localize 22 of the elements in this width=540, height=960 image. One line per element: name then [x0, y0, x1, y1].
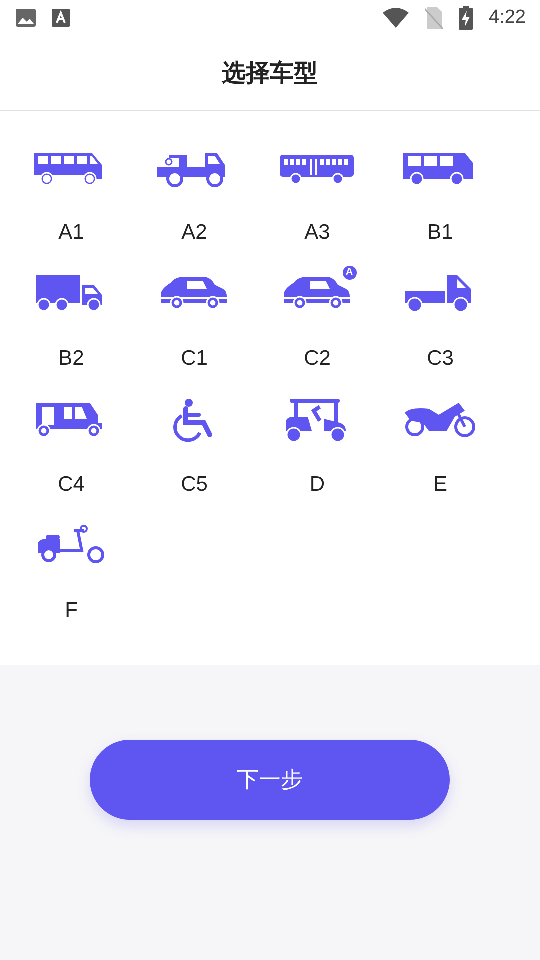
- vehicle-type-label[interactable]: C2: [304, 347, 331, 371]
- vehicle-type-label[interactable]: B2: [58, 347, 84, 371]
- vehicle-type-label[interactable]: F: [65, 599, 78, 623]
- page-title: 选择车型: [222, 59, 318, 89]
- vehicle-type-label[interactable]: C4: [58, 473, 85, 497]
- vehicle-type-label[interactable]: E: [433, 473, 448, 497]
- clock-time: 4:22: [489, 7, 526, 29]
- vehicle-type-label[interactable]: C5: [181, 473, 208, 497]
- font-icon: [52, 9, 70, 27]
- wifi-icon: [383, 8, 410, 28]
- vehicle-type-label[interactable]: C3: [427, 347, 454, 371]
- vehicle-type-label[interactable]: B1: [428, 221, 454, 245]
- vehicle-type-label[interactable]: A1: [58, 221, 84, 245]
- vehicle-type-label[interactable]: A3: [304, 221, 330, 245]
- no-sim-icon: [425, 7, 444, 29]
- next-button[interactable]: 下一步: [90, 740, 450, 820]
- badge: A: [342, 265, 358, 281]
- image-icon: [16, 9, 36, 27]
- battery-charging-icon: [459, 6, 474, 30]
- vehicle-type-label[interactable]: D: [310, 473, 326, 497]
- vehicle-type-label[interactable]: C1: [181, 347, 208, 371]
- vehicle-type-label[interactable]: A2: [182, 221, 208, 245]
